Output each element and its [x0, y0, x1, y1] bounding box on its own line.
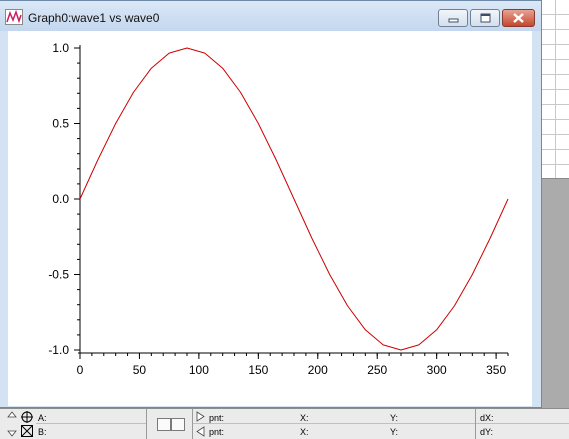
- cursor-a-y-label: Y:: [390, 413, 399, 423]
- background-area: [540, 178, 569, 411]
- cursor-b-icon[interactable]: [21, 425, 33, 437]
- cursor-b-label: B:: [38, 427, 47, 437]
- window-title: Graph0:wave1 vs wave0: [28, 11, 160, 25]
- background-table-window: [540, 0, 569, 178]
- graph-area[interactable]: 1.0 0.5 0.0 -0.5 -1.0 0 50 100 150 200 250 300 350: [8, 31, 532, 406]
- x-tick-label: 200: [308, 363, 328, 377]
- delta-y-label: dY:: [480, 427, 494, 437]
- cursor-a-x-label: X:: [300, 413, 309, 423]
- y-tick-label: 0.0: [52, 192, 69, 206]
- cursor-arrows-icon[interactable]: [6, 411, 18, 437]
- x-tick-label: 350: [486, 363, 506, 377]
- title-bar[interactable]: Graph0:wave1 vs wave0: [0, 1, 541, 31]
- y-tick-label: -1.0: [48, 343, 69, 357]
- cursor-b-point-label: pnt:: [209, 427, 225, 437]
- cursor-b-left-arrow-icon[interactable]: [196, 426, 205, 437]
- cursor-a-right-arrow-icon[interactable]: [196, 411, 205, 422]
- graph-window: Graph0:wave1 vs wave0 1.0 0.5 0.0 -0.5 -1.0 0…: [0, 0, 542, 408]
- series-line-wave1[interactable]: [79, 47, 509, 351]
- maximize-icon: [480, 13, 491, 23]
- maximize-button[interactable]: [470, 9, 500, 27]
- close-button[interactable]: [502, 9, 535, 27]
- y-tick-label: 0.5: [52, 117, 69, 131]
- cursor-slider[interactable]: [157, 418, 185, 431]
- x-tick-label: 100: [189, 363, 209, 377]
- cursor-a-point-label: pnt:: [209, 413, 225, 423]
- close-icon: [513, 13, 524, 23]
- x-tick-label: 150: [248, 363, 268, 377]
- cursor-b-x-label: X:: [300, 427, 309, 437]
- y-tick-label: -0.5: [48, 268, 69, 282]
- y-tick-label: 1.0: [52, 41, 69, 55]
- graph-app-icon: [5, 9, 23, 25]
- x-tick-label: 0: [77, 363, 84, 377]
- x-tick-label: 50: [133, 363, 147, 377]
- cursor-a-icon[interactable]: [21, 411, 33, 423]
- minimize-icon: [448, 18, 459, 23]
- line-chart[interactable]: 1.0 0.5 0.0 -0.5 -1.0 0 50 100 150 200 250 300 350: [8, 31, 532, 406]
- delta-x-label: dX:: [480, 413, 494, 423]
- info-panel: A: B: pnt: pnt: X: X: Y: Y: dX: dY:: [0, 408, 569, 439]
- cursor-a-label: A:: [38, 413, 47, 423]
- x-tick-label: 300: [427, 363, 447, 377]
- x-tick-label: 250: [367, 363, 387, 377]
- cursor-b-y-label: Y:: [390, 427, 399, 437]
- minimize-button[interactable]: [438, 9, 468, 27]
